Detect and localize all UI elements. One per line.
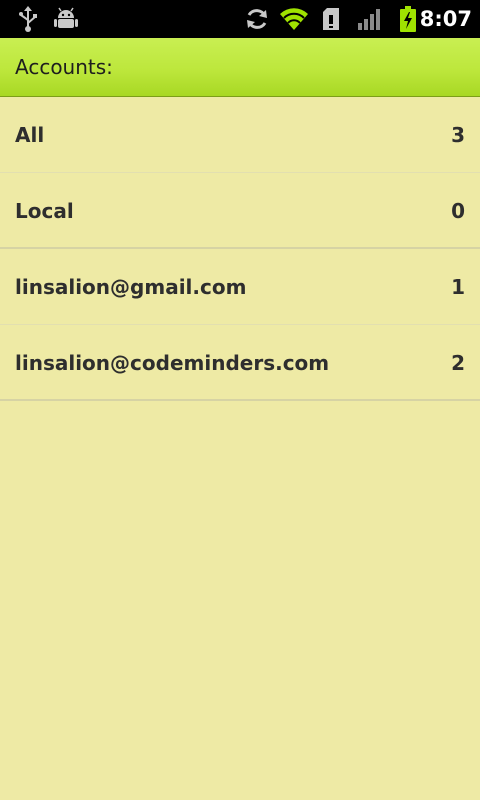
account-count: 3	[451, 123, 465, 147]
account-label: linsalion@codeminders.com	[15, 351, 330, 375]
usb-icon	[14, 0, 42, 38]
sd-card-icon	[319, 0, 343, 38]
page-title: Accounts:	[15, 55, 113, 79]
title-bar: Accounts:	[0, 38, 480, 97]
wifi-icon	[278, 0, 310, 38]
status-bar: 8:07	[0, 0, 480, 38]
android-debug-icon	[52, 0, 80, 38]
account-count: 1	[451, 275, 465, 299]
account-row-local[interactable]: Local 0	[0, 173, 480, 249]
account-row-codeminders[interactable]: linsalion@codeminders.com 2	[0, 325, 480, 401]
signal-icon	[355, 0, 385, 38]
battery-charging-icon	[397, 0, 419, 38]
account-label: Local	[15, 199, 74, 223]
account-label: All	[15, 123, 45, 147]
account-count: 2	[451, 351, 465, 375]
accounts-list: All 3 Local 0 linsalion@gmail.com 1 lins…	[0, 97, 480, 401]
account-row-all[interactable]: All 3	[0, 97, 480, 173]
account-count: 0	[451, 199, 465, 223]
account-label: linsalion@gmail.com	[15, 275, 247, 299]
sync-icon	[242, 0, 272, 38]
status-clock: 8:07	[419, 7, 472, 31]
account-row-gmail[interactable]: linsalion@gmail.com 1	[0, 249, 480, 325]
